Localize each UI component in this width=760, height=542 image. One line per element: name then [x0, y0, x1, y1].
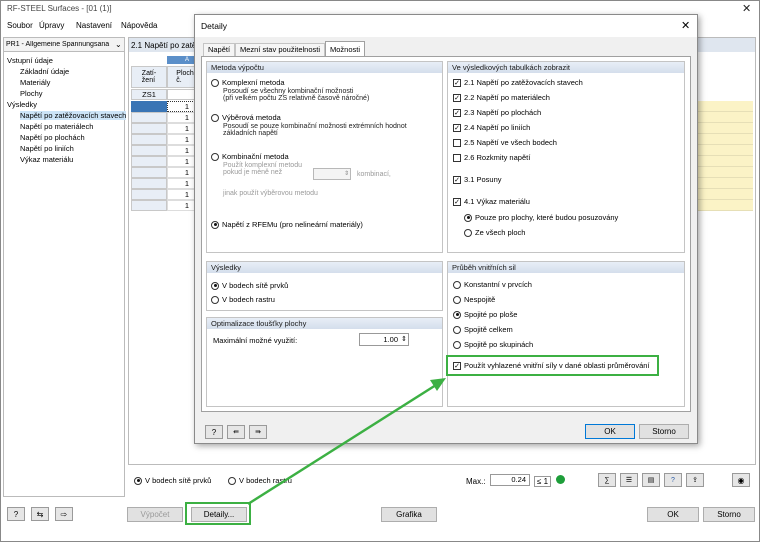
highlight-arrow: [247, 378, 446, 506]
